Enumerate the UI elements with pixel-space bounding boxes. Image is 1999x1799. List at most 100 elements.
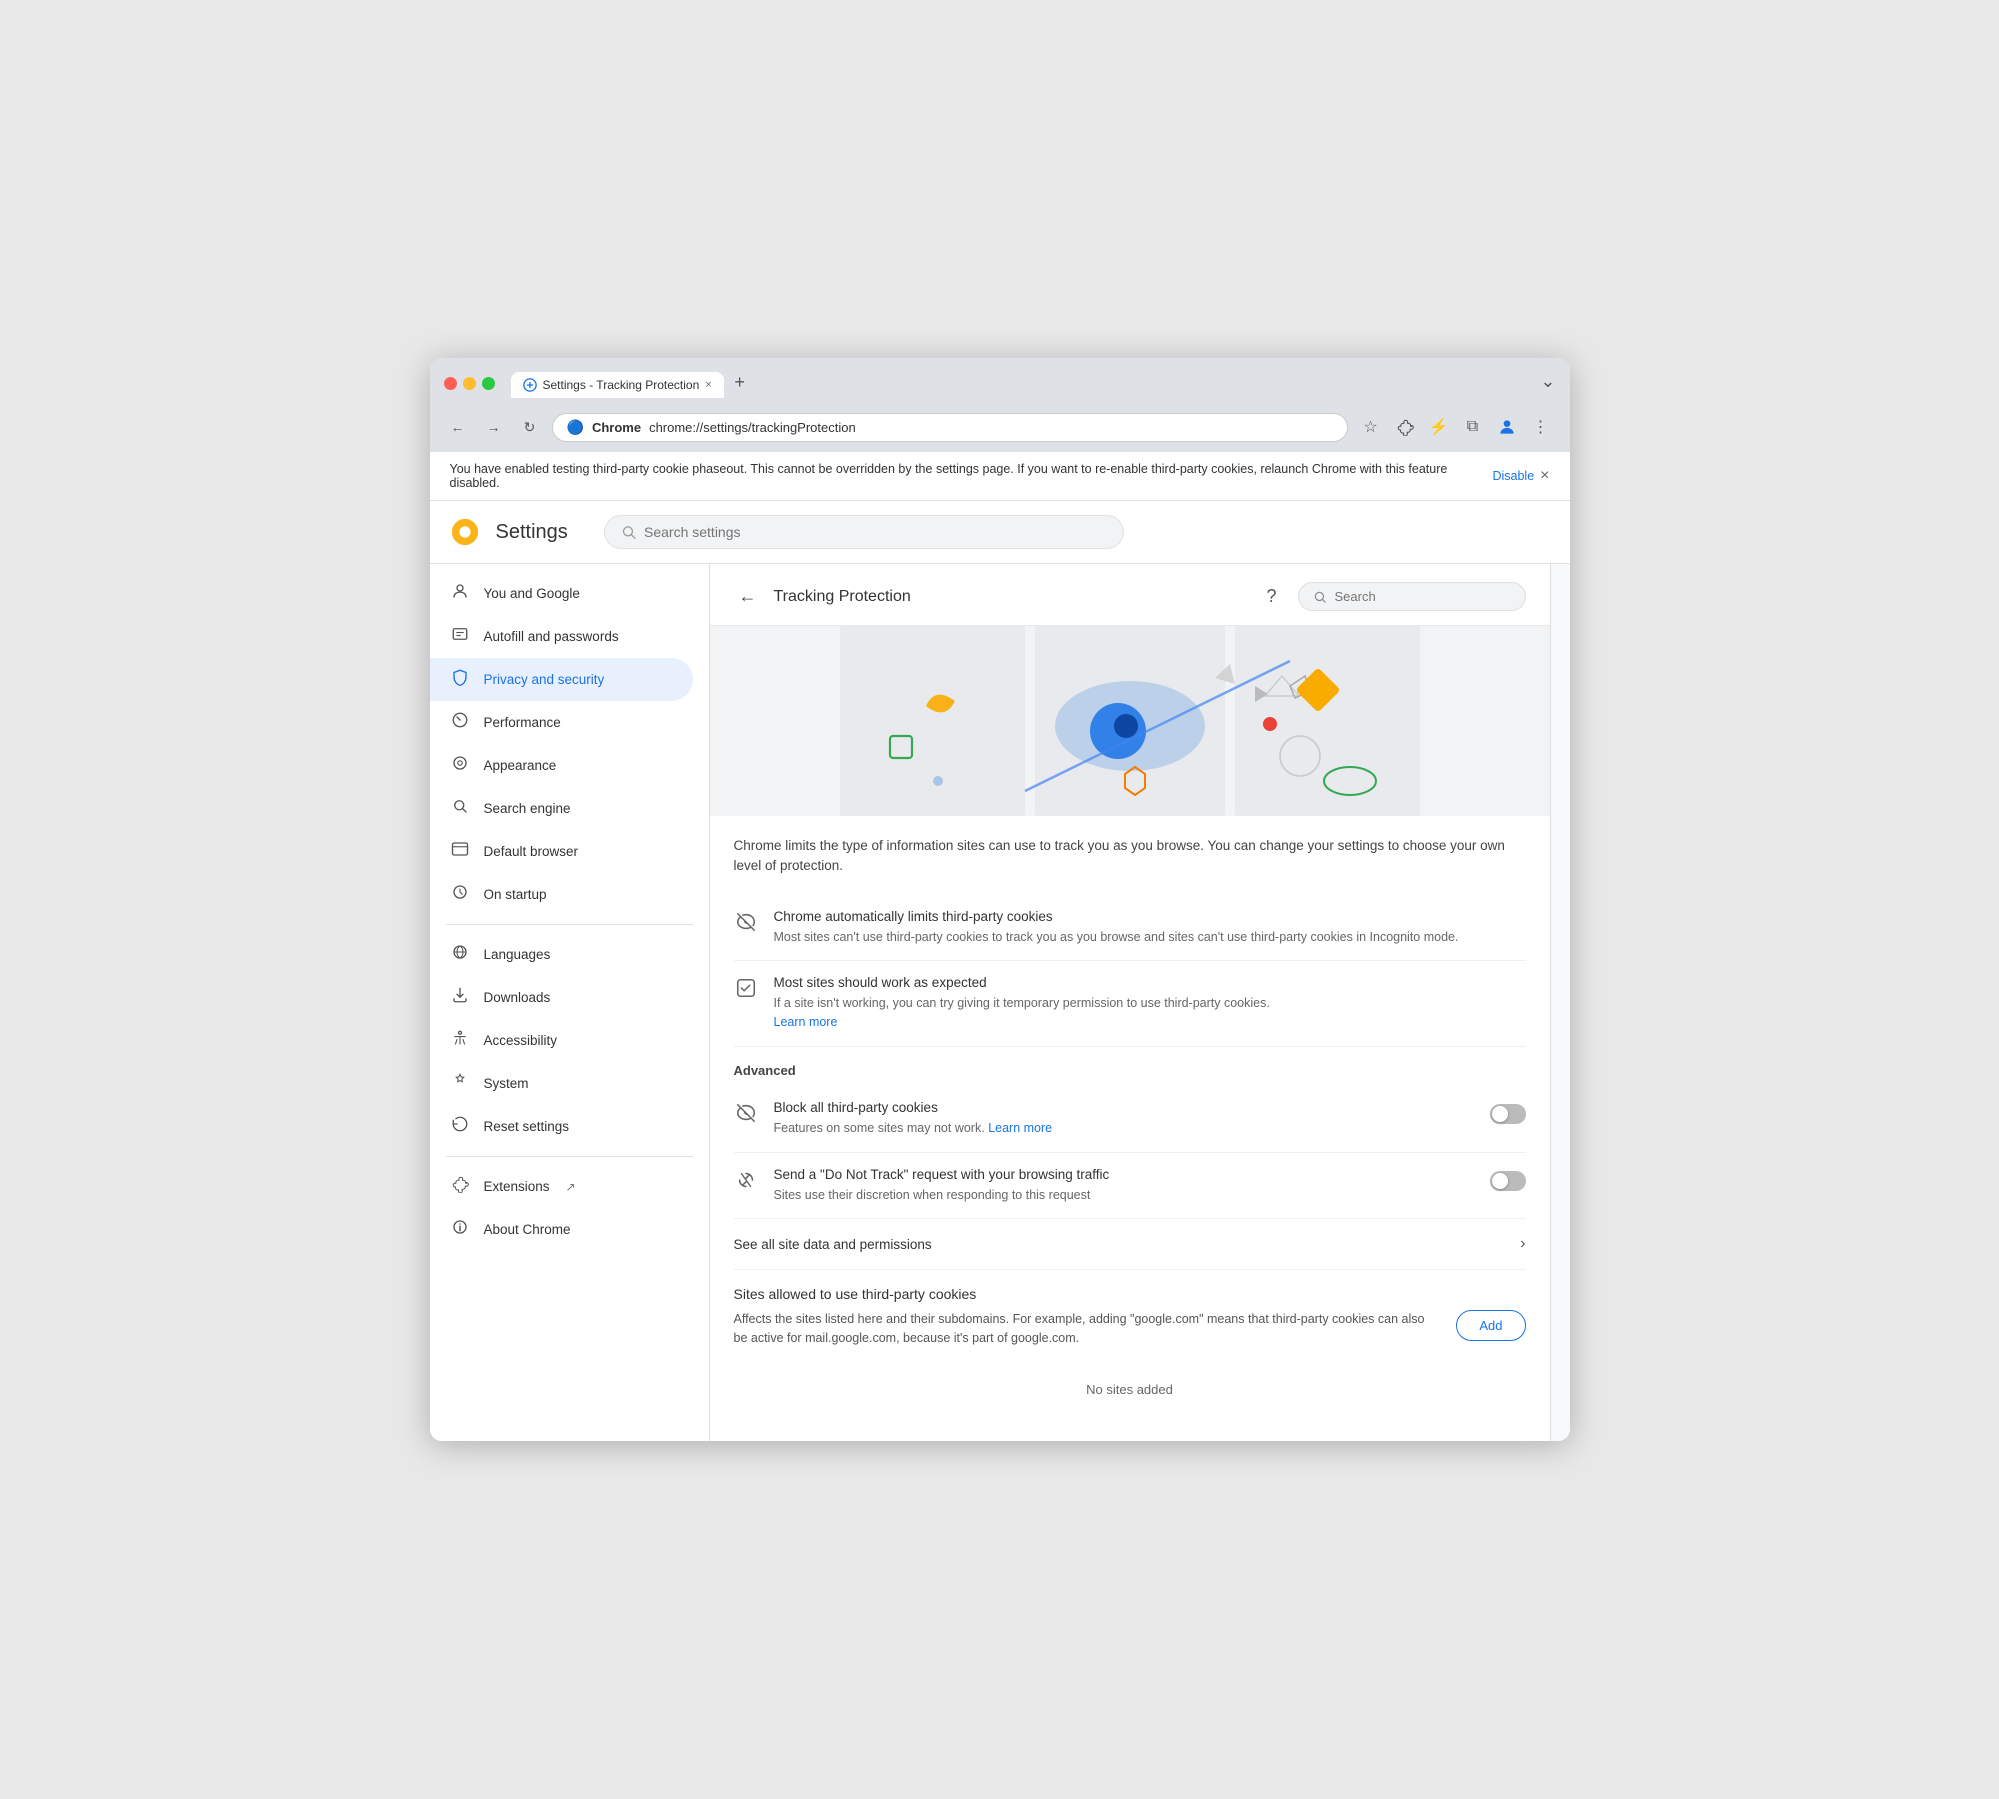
block-cookies-toggle[interactable] <box>1490 1104 1526 1124</box>
feature1-title: Chrome automatically limits third-party … <box>774 909 1526 924</box>
bookmark-button[interactable]: ☆ <box>1356 412 1386 442</box>
see-all-text: See all site data and permissions <box>734 1237 1521 1252</box>
panel-search-input[interactable] <box>1335 589 1511 604</box>
close-window-btn[interactable] <box>444 377 457 390</box>
settings-title: Settings <box>496 521 568 544</box>
add-site-button[interactable]: Add <box>1456 1310 1525 1341</box>
reset-icon <box>450 1115 470 1138</box>
notification-bar: You have enabled testing third-party coo… <box>430 452 1570 501</box>
more-menu-button[interactable]: ⋮ <box>1526 412 1556 442</box>
forward-button[interactable]: → <box>480 413 508 441</box>
sidebar-item-you-and-google[interactable]: You and Google <box>430 572 693 615</box>
panel-header: ← Tracking Protection ? <box>710 564 1550 626</box>
sidebar-label-on-startup: On startup <box>484 887 547 902</box>
feature2-content: Most sites should work as expected If a … <box>774 975 1526 1032</box>
language-icon <box>450 943 470 966</box>
settings-search-box[interactable] <box>604 515 1124 549</box>
sites-section: Sites allowed to use third-party cookies… <box>734 1270 1526 1421</box>
reload-button[interactable]: ↻ <box>516 413 544 441</box>
title-bar: Settings - Tracking Protection × + ⌄ <box>430 358 1570 406</box>
see-all-row[interactable]: See all site data and permissions › <box>734 1219 1526 1270</box>
sidebar-label-you-and-google: You and Google <box>484 586 580 601</box>
panel-search-box[interactable] <box>1298 582 1526 611</box>
minimize-window-btn[interactable] <box>463 377 476 390</box>
shield-icon <box>450 668 470 691</box>
feature2-learn-more-link[interactable]: Learn more <box>774 1015 838 1029</box>
sidebar-item-reset[interactable]: Reset settings <box>430 1105 693 1148</box>
sidebar-label-privacy: Privacy and security <box>484 672 605 687</box>
settings-header: Settings <box>430 501 1570 564</box>
new-tab-btn[interactable]: + <box>726 368 754 396</box>
sidebar-item-system[interactable]: System <box>430 1062 693 1105</box>
sidebar-label-default-browser: Default browser <box>484 844 579 859</box>
address-bar[interactable]: 🔵 Chrome chrome://settings/trackingProte… <box>552 413 1348 442</box>
block-eye-icon <box>734 1102 758 1130</box>
feature1-content: Chrome automatically limits third-party … <box>774 909 1526 947</box>
sites-desc: Affects the sites listed here and their … <box>734 1310 1441 1348</box>
block-cookies-text: Block all third-party cookies Features o… <box>774 1100 1474 1138</box>
sidebar-label-languages: Languages <box>484 947 551 962</box>
settings-search-input[interactable] <box>644 524 1107 540</box>
performance-button[interactable]: ⚡ <box>1424 412 1454 442</box>
split-view-button[interactable]: ⧉ <box>1458 412 1488 442</box>
advanced-label: Advanced <box>734 1047 1526 1086</box>
chrome-settings-favicon <box>523 378 537 392</box>
notification-close-btn[interactable]: × <box>1540 467 1549 485</box>
sidebar-item-about[interactable]: About Chrome <box>430 1208 693 1251</box>
hero-illustration <box>710 626 1550 816</box>
active-tab[interactable]: Settings - Tracking Protection × <box>511 372 724 398</box>
extensions-button[interactable] <box>1390 412 1420 442</box>
sidebar-item-search[interactable]: Search engine <box>430 787 693 830</box>
tab-bar: Settings - Tracking Protection × + <box>511 368 754 398</box>
sidebar-label-performance: Performance <box>484 715 561 730</box>
sidebar-item-accessibility[interactable]: Accessibility <box>430 1019 693 1062</box>
chevron-right-icon: › <box>1520 1235 1525 1253</box>
sidebar-item-privacy[interactable]: Privacy and security <box>430 658 693 701</box>
appearance-icon <box>450 754 470 777</box>
browser-icon <box>450 840 470 863</box>
panel-title: Tracking Protection <box>774 588 1246 606</box>
autofill-icon <box>450 625 470 648</box>
sidebar-item-languages[interactable]: Languages <box>430 933 693 976</box>
tab-close-btn[interactable]: × <box>705 379 711 391</box>
block-cookies-row: Block all third-party cookies Features o… <box>734 1086 1526 1153</box>
sidebar-label-appearance: Appearance <box>484 758 557 773</box>
sites-title: Sites allowed to use third-party cookies <box>734 1286 1526 1302</box>
block-cookies-desc: Features on some sites may not work. Lea… <box>774 1119 1474 1138</box>
panel-back-button[interactable]: ← <box>734 583 762 611</box>
sidebar-item-downloads[interactable]: Downloads <box>430 976 693 1019</box>
chrome-icon: 🔵 <box>567 419 584 436</box>
checkbox-icon <box>734 977 758 1005</box>
block-cookies-link[interactable]: Learn more <box>988 1121 1052 1135</box>
feature2-desc: If a site isn't working, you can try giv… <box>774 994 1526 1032</box>
block-cookies-content: Block all third-party cookies Features o… <box>774 1100 1526 1138</box>
feature-row-works: Most sites should work as expected If a … <box>734 961 1526 1047</box>
sidebar-label-system: System <box>484 1076 529 1091</box>
notification-text: You have enabled testing third-party coo… <box>450 462 1481 490</box>
do-not-track-toggle[interactable] <box>1490 1171 1526 1191</box>
startup-icon <box>450 883 470 906</box>
sidebar-item-autofill[interactable]: Autofill and passwords <box>430 615 693 658</box>
intro-text: Chrome limits the type of information si… <box>734 836 1526 877</box>
feature-row-auto-limit: Chrome automatically limits third-party … <box>734 895 1526 962</box>
sidebar-item-performance[interactable]: Performance <box>430 701 693 744</box>
sidebar: You and Google Autofill and passwords Pr… <box>430 564 710 1441</box>
sidebar-item-default-browser[interactable]: Default browser <box>430 830 693 873</box>
sidebar-item-appearance[interactable]: Appearance <box>430 744 693 787</box>
sidebar-item-on-startup[interactable]: On startup <box>430 873 693 916</box>
right-panel <box>1550 564 1570 1441</box>
tab-dropdown-btn[interactable]: ⌄ <box>1540 371 1555 396</box>
main-panel: ← Tracking Protection ? <box>710 564 1550 1441</box>
panel-help-button[interactable]: ? <box>1258 583 1286 611</box>
notification-disable-link[interactable]: Disable <box>1492 469 1534 483</box>
accessibility-icon <box>450 1029 470 1052</box>
do-not-track-row: Send a "Do Not Track" request with your … <box>734 1153 1526 1220</box>
panel-search-icon <box>1313 590 1327 604</box>
sites-add-row: Affects the sites listed here and their … <box>734 1310 1526 1362</box>
back-button[interactable]: ← <box>444 413 472 441</box>
do-not-track-content: Send a "Do Not Track" request with your … <box>774 1167 1526 1205</box>
maximize-window-btn[interactable] <box>482 377 495 390</box>
sidebar-item-extensions[interactable]: Extensions ↗ <box>430 1165 693 1208</box>
toolbar-actions: ☆ ⚡ ⧉ ⋮ <box>1356 412 1556 442</box>
profile-button[interactable] <box>1492 412 1522 442</box>
